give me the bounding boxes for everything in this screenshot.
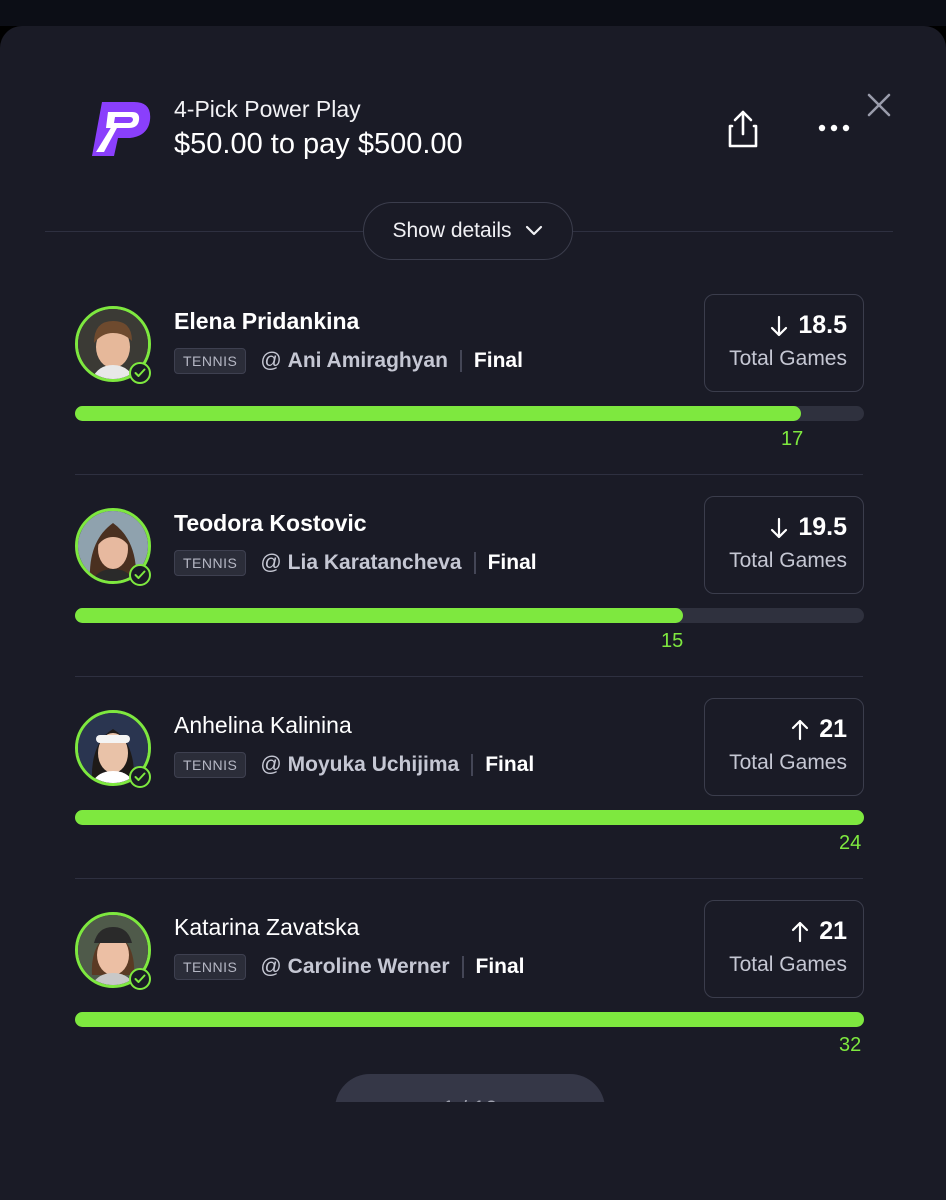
actual-value: 17 xyxy=(781,428,804,450)
check-icon xyxy=(129,564,151,586)
player-name: Anhelina Kalinina xyxy=(174,712,352,738)
pick-card-2: Teodora Kostovic TENNIS @ Lia Karatanchev… xyxy=(75,496,865,686)
game-status: Final xyxy=(487,551,537,574)
actual-value: 32 xyxy=(839,1034,862,1056)
card-divider xyxy=(75,676,863,677)
progress-track xyxy=(75,1012,864,1027)
player-name: Katarina Zavatska xyxy=(174,914,360,940)
close-button[interactable] xyxy=(862,88,896,122)
arrow-down-icon xyxy=(771,517,788,538)
opponent-name: Lia Karatancheva xyxy=(287,551,462,574)
game-status: Final xyxy=(475,955,525,978)
meta-divider xyxy=(471,754,474,776)
pick-card-1: Elena Pridankina TENNIS @ Ani Amiraghyan … xyxy=(75,294,865,484)
actual-value: 15 xyxy=(661,630,684,652)
progress-fill xyxy=(75,1012,864,1027)
arrow-up-icon xyxy=(792,719,809,740)
stat-type: Total Games xyxy=(729,347,847,370)
progress-fill xyxy=(75,810,864,825)
pick-card-4: Katarina Zavatska TENNIS @ Caroline Werne… xyxy=(75,900,865,1090)
stat-type: Total Games xyxy=(729,549,847,572)
sport-badge: TENNIS xyxy=(174,550,247,576)
player-name: Elena Pridankina xyxy=(174,308,360,334)
progress-fill xyxy=(75,608,683,623)
at-symbol: @ xyxy=(260,349,282,372)
sport-badge: TENNIS xyxy=(174,348,247,374)
entry-sheet: 4-Pick Power Play $50.00 to pay $500.00 … xyxy=(0,26,946,1200)
meta-divider xyxy=(459,350,462,372)
show-details-label: Show details xyxy=(392,219,512,242)
projection-line: 21 xyxy=(819,715,847,743)
projection-line: 18.5 xyxy=(798,311,847,339)
projection-box[interactable]: 19.5 Total Games xyxy=(704,496,864,594)
meta-divider xyxy=(461,956,464,978)
projection-box[interactable]: 21 Total Games xyxy=(704,900,864,998)
share-icon xyxy=(728,110,758,148)
status-strip xyxy=(0,0,946,26)
arrow-down-icon xyxy=(771,315,788,336)
meta-divider xyxy=(473,552,476,574)
projection-line: 19.5 xyxy=(798,513,847,541)
progress-track xyxy=(75,608,864,623)
progress-fill xyxy=(75,406,801,421)
entry-payout: $50.00 to pay $500.00 xyxy=(174,128,463,160)
game-status: Final xyxy=(473,349,523,372)
actual-value: 24 xyxy=(839,832,862,854)
arrow-up-icon xyxy=(792,921,809,942)
at-symbol: @ xyxy=(260,753,282,776)
prizepicks-logo xyxy=(88,96,154,162)
stat-type: Total Games xyxy=(729,953,847,976)
card-divider xyxy=(75,878,863,879)
show-details-button[interactable]: Show details xyxy=(363,202,573,260)
projection-box[interactable]: 18.5 Total Games xyxy=(704,294,864,392)
opponent-name: Ani Amiraghyan xyxy=(287,349,448,372)
check-icon xyxy=(129,968,151,990)
card-divider xyxy=(75,474,863,475)
check-icon xyxy=(129,362,151,384)
opponent-name: Moyuka Uchijima xyxy=(287,753,460,776)
at-symbol: @ xyxy=(260,551,282,574)
more-icon xyxy=(818,124,850,132)
entry-title: 4-Pick Power Play xyxy=(174,96,361,122)
projection-box[interactable]: 21 Total Games xyxy=(704,698,864,796)
chevron-down-icon xyxy=(525,225,542,236)
player-name: Teodora Kostovic xyxy=(174,510,367,536)
game-status: Final xyxy=(485,753,535,776)
sport-badge: TENNIS xyxy=(174,954,247,980)
share-button[interactable] xyxy=(724,108,762,150)
progress-track xyxy=(75,406,864,421)
opponent-name: Caroline Werner xyxy=(287,955,450,978)
bottom-fade xyxy=(0,1102,946,1200)
at-symbol: @ xyxy=(260,955,282,978)
close-icon xyxy=(867,93,891,117)
sport-badge: TENNIS xyxy=(174,752,247,778)
check-icon xyxy=(129,766,151,788)
more-options-button[interactable] xyxy=(814,114,854,142)
stat-type: Total Games xyxy=(729,751,847,774)
pick-card-3: Anhelina Kalinina TENNIS @ Moyuka Uchijim… xyxy=(75,698,865,888)
projection-line: 21 xyxy=(819,917,847,945)
progress-track xyxy=(75,810,864,825)
